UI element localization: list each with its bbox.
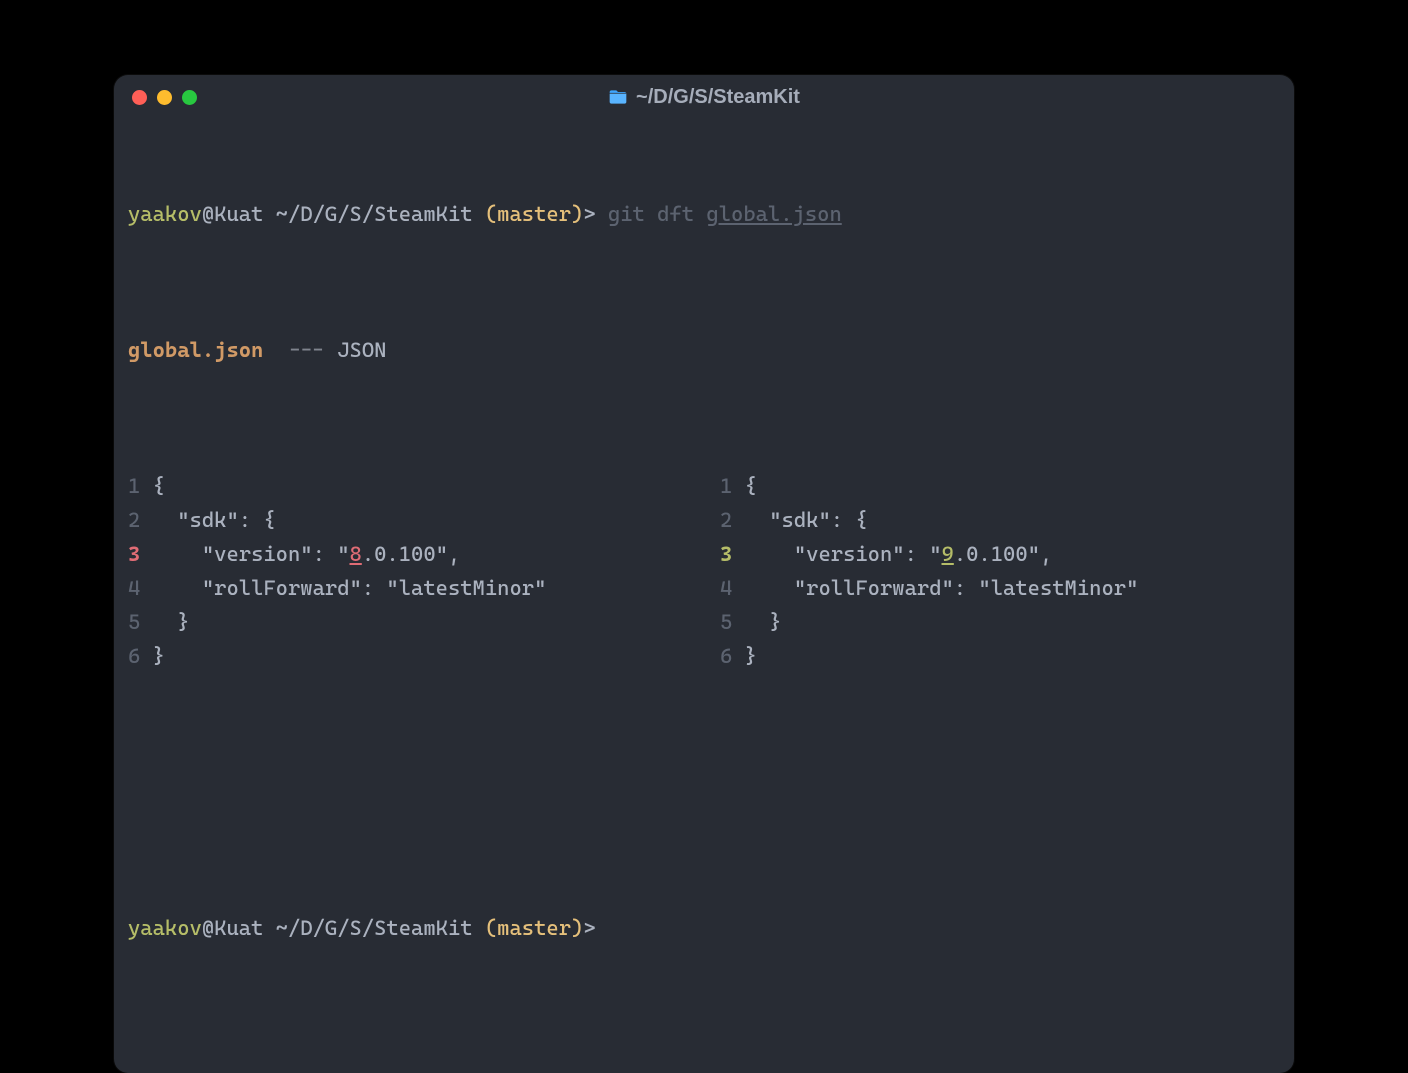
cmd-arg: global.json bbox=[706, 202, 841, 226]
new-ln-4: 4 bbox=[720, 576, 732, 600]
prompt-user: yaakov bbox=[128, 202, 202, 226]
folder-icon bbox=[608, 87, 628, 107]
diff-file-dashes: --- bbox=[288, 338, 325, 362]
diff-old: 1 { 2 "sdk": { 3 "version": "8.0.100", 4… bbox=[128, 469, 688, 673]
window-title-text: ~/D/G/S/SteamKit bbox=[636, 86, 800, 109]
new-ln-5: 5 bbox=[720, 610, 732, 634]
diff-new: 1 { 2 "sdk": { 3 "version": "9.0.100", 4… bbox=[720, 469, 1280, 673]
prompt-path: ~/D/G/S/SteamKit bbox=[276, 202, 473, 226]
maximize-button[interactable] bbox=[182, 90, 197, 105]
cmd-sub: dft bbox=[657, 202, 694, 226]
new-code-5: } bbox=[745, 610, 782, 634]
old-code-5: } bbox=[153, 610, 190, 634]
new-code-6: } bbox=[745, 644, 757, 668]
new-code-3-post: .0.100", bbox=[954, 542, 1052, 566]
terminal-body[interactable]: yaakov@Kuat ~/D/G/S/SteamKit (master)> g… bbox=[114, 119, 1294, 1073]
close-button[interactable] bbox=[132, 90, 147, 105]
old-ln-6: 6 bbox=[128, 644, 140, 668]
terminal-window: ~/D/G/S/SteamKit yaakov@Kuat ~/D/G/S/Ste… bbox=[114, 75, 1294, 1073]
old-ln-1: 1 bbox=[128, 474, 140, 498]
diff-columns: 1 { 2 "sdk": { 3 "version": "8.0.100", 4… bbox=[128, 469, 1280, 673]
prompt-branch: master bbox=[497, 202, 571, 226]
new-code-4: "rollForward": "latestMinor" bbox=[745, 576, 1139, 600]
prompt2-at: @ bbox=[202, 916, 214, 940]
prompt-host: Kuat bbox=[214, 202, 263, 226]
minimize-button[interactable] bbox=[157, 90, 172, 105]
blank-line bbox=[128, 775, 1280, 809]
new-code-3-pre: "version": " bbox=[745, 542, 942, 566]
old-code-2: "sdk": { bbox=[153, 508, 276, 532]
prompt2-user: yaakov bbox=[128, 916, 202, 940]
diff-file-header: global.json --- JSON bbox=[128, 333, 1280, 367]
prompt2-branch-open: ( bbox=[485, 916, 497, 940]
diff-file-name: global.json bbox=[128, 338, 263, 362]
new-code-2: "sdk": { bbox=[745, 508, 868, 532]
prompt-at: @ bbox=[202, 202, 214, 226]
old-code-3-post: .0.100", bbox=[362, 542, 460, 566]
prompt-line-2: yaakov@Kuat ~/D/G/S/SteamKit (master)> bbox=[128, 911, 1280, 945]
diff-file-type: JSON bbox=[337, 338, 386, 362]
cmd-git: git bbox=[608, 202, 645, 226]
new-ln-2: 2 bbox=[720, 508, 732, 532]
prompt-branch-close: ) bbox=[571, 202, 583, 226]
prompt-branch-open: ( bbox=[485, 202, 497, 226]
prompt2-path: ~/D/G/S/SteamKit bbox=[276, 916, 473, 940]
old-code-4: "rollForward": "latestMinor" bbox=[153, 576, 547, 600]
prompt2-gt: > bbox=[583, 916, 595, 940]
old-ln-3: 3 bbox=[128, 542, 140, 566]
prompt2-branch-close: ) bbox=[571, 916, 583, 940]
traffic-lights bbox=[132, 90, 197, 105]
old-code-3-pre: "version": " bbox=[153, 542, 350, 566]
old-code-1: { bbox=[153, 474, 165, 498]
new-ln-6: 6 bbox=[720, 644, 732, 668]
new-diff-char: 9 bbox=[942, 542, 954, 566]
new-ln-3: 3 bbox=[720, 542, 732, 566]
old-ln-5: 5 bbox=[128, 610, 140, 634]
old-ln-2: 2 bbox=[128, 508, 140, 532]
new-ln-1: 1 bbox=[720, 474, 732, 498]
old-code-6: } bbox=[153, 644, 165, 668]
prompt2-host: Kuat bbox=[214, 916, 263, 940]
old-ln-4: 4 bbox=[128, 576, 140, 600]
prompt-line-1: yaakov@Kuat ~/D/G/S/SteamKit (master)> g… bbox=[128, 197, 1280, 231]
titlebar: ~/D/G/S/SteamKit bbox=[114, 75, 1294, 119]
new-code-1: { bbox=[745, 474, 757, 498]
window-title: ~/D/G/S/SteamKit bbox=[114, 86, 1294, 109]
prompt2-branch: master bbox=[497, 916, 571, 940]
old-diff-char: 8 bbox=[350, 542, 362, 566]
prompt-gt: > bbox=[583, 202, 595, 226]
